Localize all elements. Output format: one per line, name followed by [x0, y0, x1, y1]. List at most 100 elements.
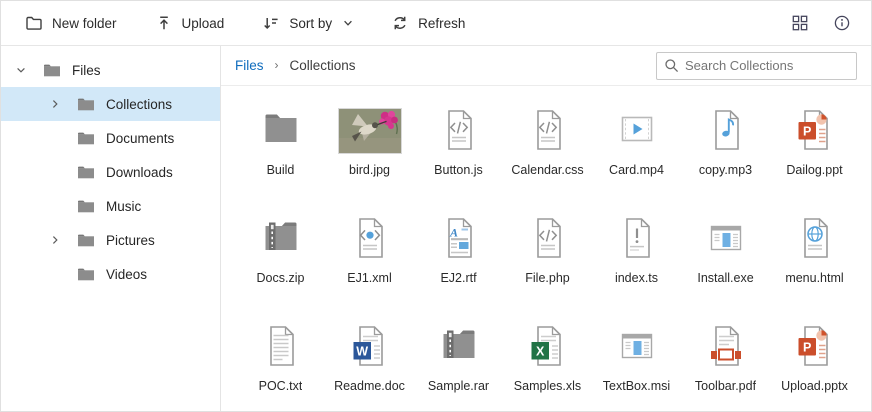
- tree-item-label: Files: [72, 63, 101, 78]
- file-item-label: Install.exe: [697, 271, 753, 285]
- svg-text:P: P: [803, 124, 811, 138]
- file-item-label: Readme.doc: [334, 379, 405, 393]
- excel-icon: X: [524, 320, 572, 370]
- file-item-button-js[interactable]: Button.js: [414, 99, 503, 198]
- file-item-label: EJ1.xml: [347, 271, 391, 285]
- file-item-label: Sample.rar: [428, 379, 489, 393]
- tree-item-label: Collections: [106, 97, 172, 112]
- file-item-menu-html[interactable]: menu.html: [770, 207, 859, 306]
- file-item-card-mp4[interactable]: Card.mp4: [592, 99, 681, 198]
- upload-label: Upload: [182, 16, 225, 31]
- navigation-bar: Files › Collections: [221, 46, 871, 86]
- svg-text:A: A: [449, 226, 458, 240]
- tree-item-pictures[interactable]: Pictures: [1, 223, 220, 257]
- folder-icon: [257, 104, 305, 154]
- file-item-bird-jpg[interactable]: bird.jpg: [325, 99, 414, 198]
- upload-button[interactable]: Upload: [153, 10, 227, 36]
- file-item-label: TextBox.msi: [603, 379, 670, 393]
- info-icon: [833, 14, 851, 32]
- chevron-placeholder: [47, 164, 63, 180]
- file-item-index-ts[interactable]: index.ts: [592, 207, 681, 306]
- tree-item-label: Documents: [106, 131, 174, 146]
- folder-small-icon: [77, 131, 95, 145]
- file-item-dailog-ppt[interactable]: P Dailog.ppt: [770, 99, 859, 198]
- tree-item-videos[interactable]: Videos: [1, 257, 220, 291]
- tree-item-files[interactable]: Files: [1, 53, 220, 87]
- file-item-label: bird.jpg: [349, 163, 390, 177]
- svg-text:X: X: [536, 344, 545, 358]
- file-item-label: Build: [267, 163, 295, 177]
- chevron-collapsed-icon[interactable]: [47, 96, 63, 112]
- file-manager-window: New folder Upload Sort by Refresh Files Coll…: [0, 0, 872, 412]
- folder-small-icon: [43, 63, 61, 77]
- details-button[interactable]: [827, 8, 857, 38]
- html-icon: [791, 212, 839, 262]
- file-item-ej2-rtf[interactable]: AEJ2.rtf: [414, 207, 503, 306]
- file-item-install-exe[interactable]: Install.exe: [681, 207, 770, 306]
- file-item-label: index.ts: [615, 271, 658, 285]
- refresh-icon: [391, 14, 409, 32]
- refresh-label: Refresh: [418, 16, 465, 31]
- file-item-toolbar-pdf[interactable]: Toolbar.pdf: [681, 315, 770, 411]
- file-item-label: Button.js: [434, 163, 483, 177]
- file-item-label: Toolbar.pdf: [695, 379, 756, 393]
- file-item-textbox-msi[interactable]: TextBox.msi: [592, 315, 681, 411]
- sort-by-button[interactable]: Sort by: [260, 10, 355, 36]
- file-item-label: copy.mp3: [699, 163, 752, 177]
- file-item-docs-zip[interactable]: Docs.zip: [236, 207, 325, 306]
- toolbar-right-group: [785, 8, 857, 38]
- breadcrumb: Files › Collections: [235, 58, 356, 73]
- file-grid: Build bird.jpg Button.js Calendar.css Card.m…: [221, 86, 871, 411]
- file-item-label: menu.html: [785, 271, 843, 285]
- file-item-label: Docs.zip: [257, 271, 305, 285]
- tree-item-downloads[interactable]: Downloads: [1, 155, 220, 189]
- file-item-copy-mp3[interactable]: copy.mp3: [681, 99, 770, 198]
- powerpoint-icon: P: [791, 320, 839, 370]
- file-item-sample-rar[interactable]: Sample.rar: [414, 315, 503, 411]
- chevron-expanded-icon[interactable]: [13, 62, 29, 78]
- file-item-readme-doc[interactable]: W Readme.doc: [325, 315, 414, 411]
- typescript-icon: [613, 212, 661, 262]
- breadcrumb-item-collections: Collections: [290, 58, 356, 73]
- toolbar-left-group: New folder Upload Sort by Refresh: [23, 10, 467, 36]
- chevron-down-icon: [343, 18, 353, 28]
- search-input[interactable]: [685, 58, 849, 73]
- file-item-upload-pptx[interactable]: P Upload.pptx: [770, 315, 859, 411]
- file-item-calendar-css[interactable]: Calendar.css: [503, 99, 592, 198]
- file-item-file-php[interactable]: File.php: [503, 207, 592, 306]
- file-item-label: Card.mp4: [609, 163, 664, 177]
- breadcrumb-item-files[interactable]: Files: [235, 58, 264, 73]
- executable-icon: [702, 212, 750, 262]
- tree-item-label: Downloads: [106, 165, 173, 180]
- file-item-build[interactable]: Build: [236, 99, 325, 198]
- folder-outline-icon: [25, 14, 43, 32]
- chevron-placeholder: [47, 266, 63, 282]
- xml-icon: [346, 212, 394, 262]
- grid-view-icon: [791, 14, 809, 32]
- file-item-label: Upload.pptx: [781, 379, 848, 393]
- tree-item-label: Music: [106, 199, 141, 214]
- tree-item-music[interactable]: Music: [1, 189, 220, 223]
- folder-tree-sidebar: Files Collections Documents Downloads Music P…: [1, 46, 221, 411]
- file-manager-body: Files Collections Documents Downloads Music P…: [1, 46, 871, 411]
- file-item-poc-txt[interactable]: POC.txt: [236, 315, 325, 411]
- file-item-samples-xls[interactable]: X Samples.xls: [503, 315, 592, 411]
- file-item-label: Dailog.ppt: [786, 163, 842, 177]
- breadcrumb-separator-icon: ›: [275, 58, 279, 72]
- file-item-label: Samples.xls: [514, 379, 581, 393]
- tree-item-collections[interactable]: Collections: [1, 87, 220, 121]
- folder-small-icon: [77, 267, 95, 281]
- upload-icon: [155, 14, 173, 32]
- folder-small-icon: [77, 233, 95, 247]
- refresh-button[interactable]: Refresh: [389, 10, 467, 36]
- sort-by-label: Sort by: [289, 16, 332, 31]
- tree-item-documents[interactable]: Documents: [1, 121, 220, 155]
- text-icon: [257, 320, 305, 370]
- large-icons-view-button[interactable]: [785, 8, 815, 38]
- sort-icon: [262, 14, 280, 32]
- file-item-ej1-xml[interactable]: EJ1.xml: [325, 207, 414, 306]
- file-item-label: POC.txt: [259, 379, 303, 393]
- word-icon: W: [346, 320, 394, 370]
- chevron-collapsed-icon[interactable]: [47, 232, 63, 248]
- new-folder-button[interactable]: New folder: [23, 10, 119, 36]
